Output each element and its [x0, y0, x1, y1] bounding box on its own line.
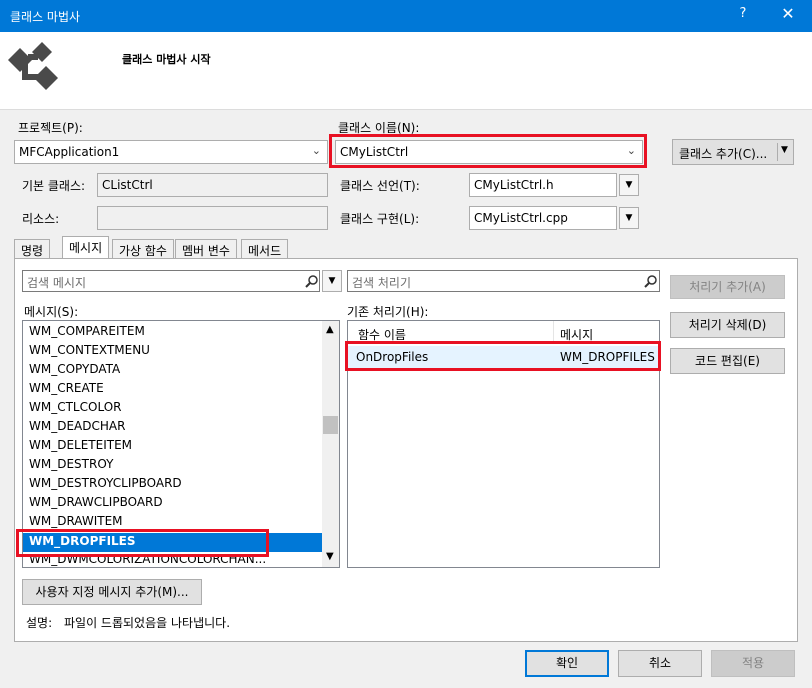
resource-field — [97, 206, 328, 230]
chevron-down-icon[interactable]: ▼ — [781, 145, 788, 155]
add-handler-button[interactable]: 처리기 추가(A) — [670, 275, 785, 299]
resource-label: 리소스: — [22, 212, 60, 226]
header-title: 클래스 마법사 시작 — [122, 53, 211, 66]
cancel-button[interactable]: 취소 — [618, 650, 702, 677]
tab-virtual-functions[interactable]: 가상 함수 — [112, 239, 174, 259]
message-search-placeholder: 검색 메시지 — [27, 276, 87, 290]
project-value: MFCApplication1 — [19, 145, 120, 159]
edit-code-button[interactable]: 코드 편집(E) — [670, 348, 785, 374]
project-label-text: 프로젝트(P): — [18, 121, 83, 135]
message-filter-dropdown[interactable]: ▼ — [322, 270, 342, 292]
scroll-up-icon[interactable]: ▲ — [326, 324, 334, 335]
handler-search-placeholder: 검색 처리기 — [352, 276, 412, 290]
handler-row-highlight — [345, 341, 661, 371]
class-decl-label: 클래스 선언(T): — [340, 179, 420, 193]
list-item[interactable]: WM_CONTEXTMENU — [29, 343, 150, 362]
ok-button[interactable]: 확인 — [525, 650, 609, 677]
messages-scrollbar[interactable]: ▲ ▼ — [322, 321, 339, 567]
selected-message-highlight — [16, 529, 269, 557]
base-class-field: CListCtrl — [97, 173, 328, 197]
list-item[interactable]: WM_DESTROYCLIPBOARD — [29, 476, 182, 495]
project-combo[interactable]: MFCApplication1 ⌄ — [14, 140, 328, 164]
class-name-highlight — [329, 134, 647, 168]
handler-search-input[interactable]: 검색 처리기 — [347, 270, 660, 292]
search-icon[interactable] — [644, 275, 657, 288]
project-label: 프로젝트(P): — [18, 119, 83, 136]
scroll-down-icon[interactable]: ▼ — [326, 551, 334, 562]
tab-member-variables[interactable]: 멤버 변수 — [175, 239, 237, 259]
add-class-label: 클래스 추가(C)... — [679, 147, 768, 161]
delete-handler-button[interactable]: 처리기 삭제(D) — [670, 312, 785, 338]
list-item[interactable]: WM_DELETEITEM — [29, 438, 132, 457]
window-title: 클래스 마법사 — [10, 10, 81, 24]
class-impl-label: 클래스 구현(L): — [340, 212, 420, 226]
list-item[interactable]: WM_COMPAREITEM — [29, 324, 145, 343]
tab-commands[interactable]: 명령 — [14, 239, 51, 259]
list-item[interactable]: WM_CTLCOLOR — [29, 400, 121, 419]
base-class-value: CListCtrl — [102, 178, 153, 192]
description-text: 파일이 드롭되었음을 나타냅니다. — [64, 616, 231, 630]
class-wizard-logo-icon — [8, 42, 58, 90]
apply-button[interactable]: 적용 — [711, 650, 795, 677]
add-custom-message-button[interactable]: 사용자 지정 메시지 추가(M)... — [22, 579, 202, 605]
help-button[interactable]: ? — [731, 6, 755, 26]
header-area — [0, 32, 812, 110]
title-bar — [0, 0, 812, 32]
class-decl-field[interactable]: CMyListCtrl.h — [469, 173, 617, 197]
tab-methods[interactable]: 메서드 — [241, 239, 289, 259]
handlers-label: 기존 처리기(H): — [347, 305, 429, 319]
description-label: 설명: — [26, 616, 53, 630]
class-decl-value: CMyListCtrl.h — [474, 178, 554, 192]
base-class-label: 기본 클래스: — [22, 179, 86, 193]
close-button[interactable]: ✕ — [770, 4, 806, 28]
class-impl-field[interactable]: CMyListCtrl.cpp — [469, 206, 617, 230]
list-item[interactable]: WM_DEADCHAR — [29, 419, 125, 438]
scroll-thumb[interactable] — [323, 416, 338, 434]
column-divider — [553, 321, 554, 343]
class-impl-dropdown[interactable]: ▼ — [619, 207, 639, 229]
messages-label: 메시지(S): — [24, 305, 79, 319]
list-item[interactable]: WM_DRAWCLIPBOARD — [29, 495, 163, 514]
message-search-input[interactable]: 검색 메시지 — [22, 270, 320, 292]
add-class-button[interactable]: 클래스 추가(C)... ▼ — [672, 139, 794, 165]
list-item[interactable]: WM_CREATE — [29, 381, 104, 400]
class-decl-dropdown[interactable]: ▼ — [619, 174, 639, 196]
split-divider — [777, 143, 778, 161]
list-item[interactable]: WM_COPYDATA — [29, 362, 120, 381]
search-icon[interactable] — [305, 275, 318, 288]
list-item[interactable]: WM_DESTROY — [29, 457, 113, 476]
tab-messages[interactable]: 메시지 — [62, 236, 110, 259]
chevron-down-icon: ⌄ — [311, 144, 321, 157]
class-impl-value: CMyListCtrl.cpp — [474, 211, 568, 225]
